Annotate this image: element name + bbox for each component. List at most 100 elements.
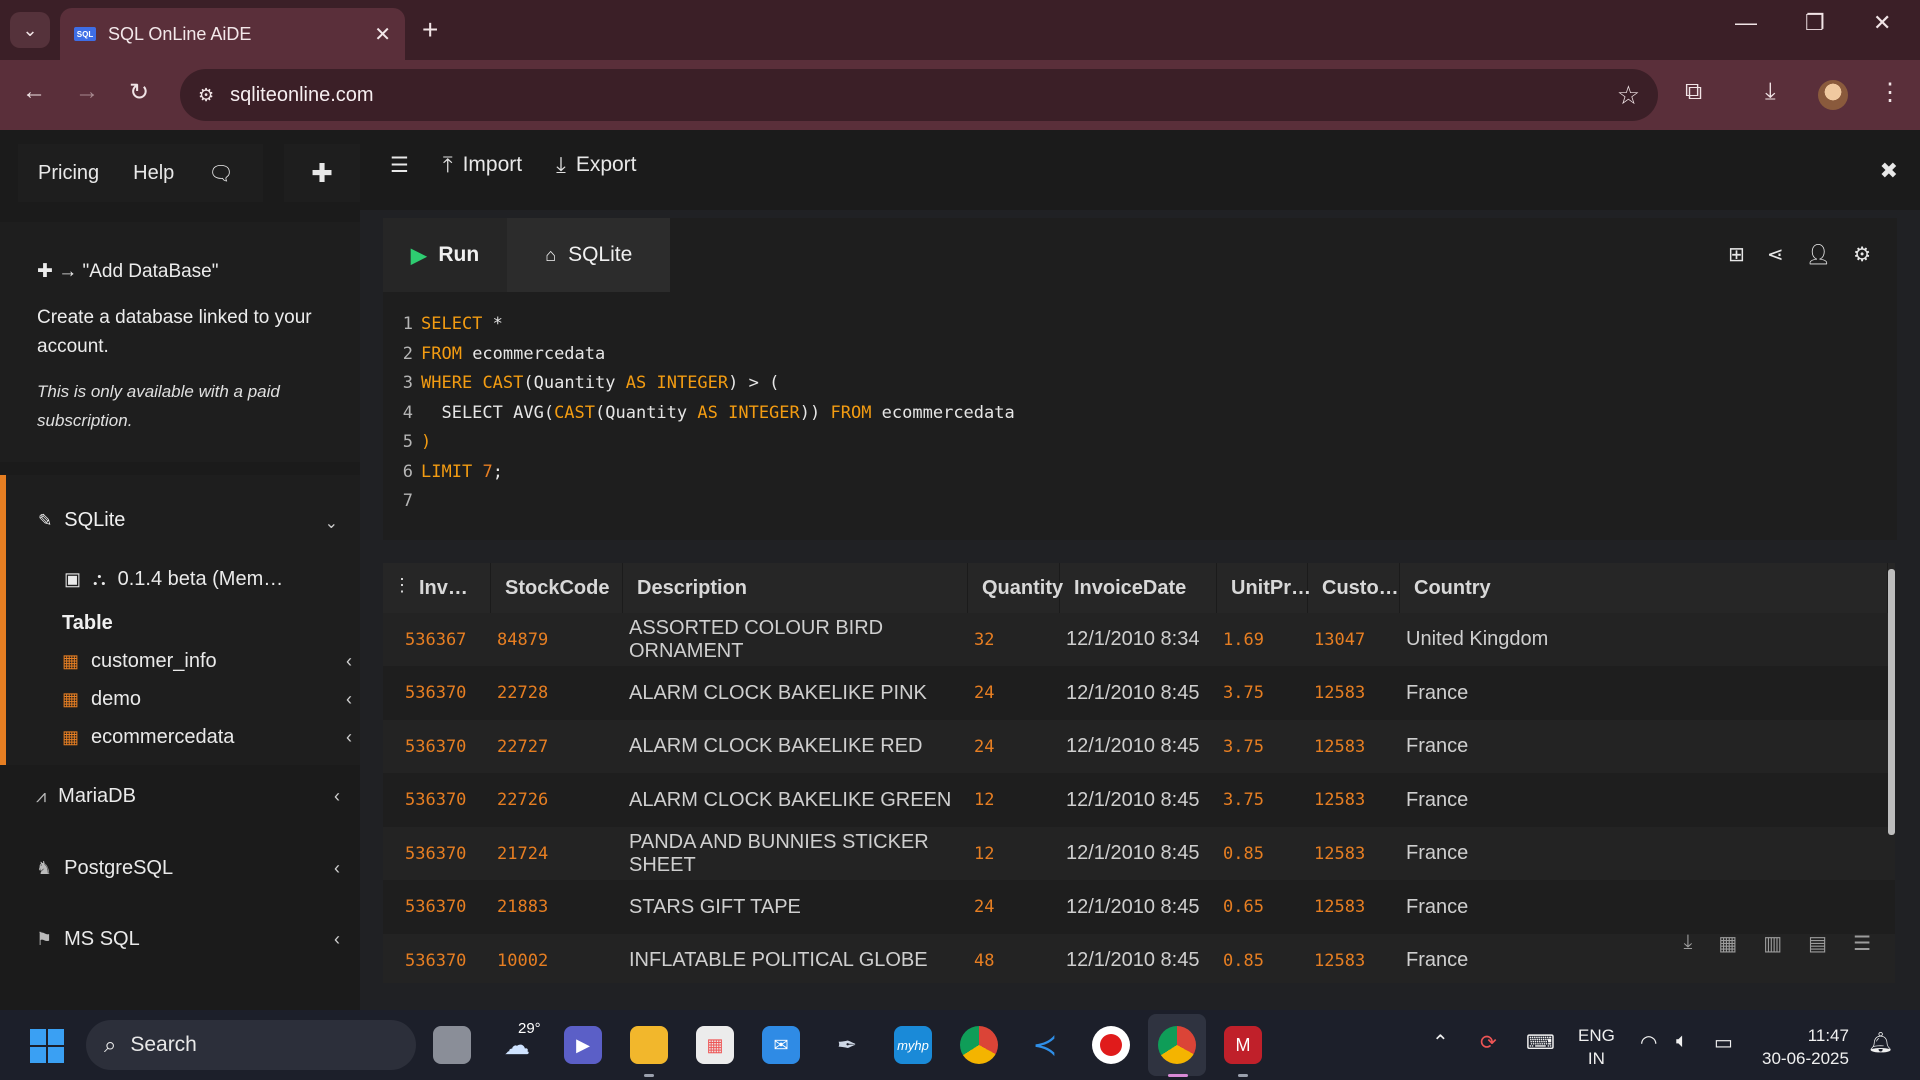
file-explorer-icon[interactable]: [630, 1026, 668, 1064]
help-link[interactable]: Help: [133, 162, 174, 185]
table-row[interactable]: 536370 22726 ALARM CLOCK BAKELIKE GREEN 12 1…: [383, 774, 1895, 827]
col-quantity-cell[interactable]: 48: [974, 934, 1066, 983]
minimize-icon[interactable]: —: [1735, 10, 1757, 36]
mail-icon[interactable]: ✉: [762, 1026, 800, 1064]
col-stockcode-cell[interactable]: 84879: [497, 613, 629, 666]
col-invoicedate-cell[interactable]: 12/1/2010 8:45: [1066, 934, 1223, 983]
col-invoice-cell[interactable]: 536370: [405, 934, 491, 983]
mcafee-icon[interactable]: M: [1224, 1026, 1262, 1064]
col-description-cell[interactable]: ALARM CLOCK BAKELIKE RED: [629, 720, 974, 773]
col-description-cell[interactable]: STARS GIFT TAPE: [629, 881, 974, 934]
col-invoice-cell[interactable]: 536370: [405, 881, 491, 934]
col-stockcode-cell[interactable]: 21883: [497, 881, 629, 934]
col-invoice-cell[interactable]: 536370: [405, 667, 491, 720]
url-text[interactable]: sqliteonline.com: [230, 84, 1617, 107]
col-invoicedate-cell[interactable]: 12/1/2010 8:45: [1066, 774, 1223, 827]
code-line[interactable]: 2 FROM ecommercedata: [383, 340, 1015, 370]
download-icon[interactable]: ⤓: [1765, 78, 1776, 106]
myhp-icon[interactable]: myhp: [894, 1026, 932, 1064]
table-row[interactable]: 536370 21724 PANDA AND BUNNIES STICKER SHE…: [383, 827, 1895, 880]
col-invoice-cell[interactable]: 536370: [405, 774, 491, 827]
hamburger-menu-icon[interactable]: ☰: [390, 153, 409, 178]
table-row[interactable]: 536370 10002 INFLATABLE POLITICAL GLOBE 48 1…: [383, 934, 1895, 983]
run-button[interactable]: ▶ Run: [383, 218, 508, 292]
clock[interactable]: 11:47 30-06-2025: [1762, 1024, 1849, 1070]
col-invoicedate-header[interactable]: InvoiceDate: [1060, 563, 1217, 613]
col-quantity-cell[interactable]: 24: [974, 667, 1066, 720]
col-quantity-cell[interactable]: 32: [974, 613, 1066, 666]
code-line[interactable]: 1 SELECT *: [383, 310, 1015, 340]
col-country-cell[interactable]: United Kingdom: [1406, 613, 1894, 666]
code-line[interactable]: 5): [383, 428, 1015, 458]
add-panel-icon[interactable]: ⊞: [1728, 242, 1745, 267]
extensions-icon[interactable]: ⧉: [1685, 78, 1702, 106]
taskbar-search[interactable]: ⌕ Search: [86, 1020, 416, 1070]
col-description-cell[interactable]: PANDA AND BUNNIES STICKER SHEET: [629, 827, 974, 880]
col-invoice-cell[interactable]: 536370: [405, 827, 491, 880]
vertical-scrollbar[interactable]: [1888, 569, 1895, 835]
chevron-left-icon[interactable]: ‹: [334, 786, 340, 807]
col-customer-cell[interactable]: 12583: [1314, 827, 1406, 880]
import-button[interactable]: ⤒ Import: [443, 152, 522, 178]
store-icon[interactable]: ▦: [696, 1026, 734, 1064]
battery-icon[interactable]: ▭: [1714, 1030, 1733, 1055]
code-line[interactable]: 3 WHERE CAST (Quantity AS INTEGER) > (: [383, 369, 1015, 399]
omnibox[interactable]: ⚙ sqliteonline.com ☆: [180, 69, 1658, 121]
browser-tab[interactable]: SQL SQL OnLine AiDE ✕: [60, 8, 405, 60]
tab-close-icon[interactable]: ✕: [374, 22, 391, 47]
col-description-header[interactable]: Description: [623, 563, 968, 613]
col-unitprice-cell[interactable]: 0.65: [1223, 881, 1314, 934]
col-stockcode-cell[interactable]: 22728: [497, 667, 629, 720]
engine-item-mssql[interactable]: ⚑ MS SQL ‹: [36, 928, 340, 951]
col-country-cell[interactable]: France: [1406, 667, 1894, 720]
chrome-icon[interactable]: [960, 1026, 998, 1064]
col-quantity-header[interactable]: Quantity: [968, 563, 1063, 613]
col-description-cell[interactable]: ALARM CLOCK BAKELIKE PINK: [629, 667, 974, 720]
list-icon[interactable]: ☰: [1853, 931, 1871, 956]
col-customer-cell[interactable]: 12583: [1314, 667, 1406, 720]
inkscape-icon[interactable]: ✒: [828, 1026, 866, 1064]
col-invoicedate-cell[interactable]: 12/1/2010 8:34: [1066, 613, 1223, 666]
col-customer-header[interactable]: Custo…: [1308, 563, 1400, 613]
table-row[interactable]: 536367 84879 ASSORTED COLOUR BIRD ORNAMENT…: [383, 613, 1895, 666]
col-invoicedate-cell[interactable]: 12/1/2010 8:45: [1066, 667, 1223, 720]
download-icon[interactable]: ⤓: [1684, 931, 1693, 956]
sync-icon[interactable]: ⟳: [1480, 1030, 1497, 1055]
col-description-cell[interactable]: ASSORTED COLOUR BIRD ORNAMENT: [629, 613, 974, 666]
table-item-ecommercedata[interactable]: ▦ ecommercedata ‹: [62, 726, 352, 749]
close-icon[interactable]: ✖: [1880, 158, 1898, 184]
restore-icon[interactable]: ❐: [1805, 10, 1825, 36]
col-customer-cell[interactable]: 12583: [1314, 774, 1406, 827]
col-unitprice-cell[interactable]: 0.85: [1223, 934, 1314, 983]
code-line[interactable]: 6 LIMIT 7;: [383, 458, 1015, 488]
col-unitprice-cell[interactable]: 1.69: [1223, 613, 1314, 666]
engine-item-mariadb[interactable]: ⩘ MariaDB ‹: [36, 785, 340, 808]
export-button[interactable]: ⤓ Export: [556, 152, 636, 178]
forward-icon[interactable]: →: [75, 78, 99, 106]
grid-icon[interactable]: ▦: [1718, 931, 1737, 956]
share-icon[interactable]: ⋖: [1767, 242, 1784, 267]
volume-icon[interactable]: 🔈︎: [1676, 1030, 1688, 1053]
chevron-left-icon[interactable]: ‹: [334, 929, 340, 950]
code-line[interactable]: 4 SELECT AVG(CAST (Quantity AS INTEGER)) …: [383, 399, 1015, 429]
col-unitprice-cell[interactable]: 0.85: [1223, 827, 1314, 880]
notifications-icon[interactable]: 🔔︎: [1868, 1030, 1893, 1055]
col-stockcode-cell[interactable]: 22726: [497, 774, 629, 827]
user-icon[interactable]: 👤︎: [1806, 242, 1831, 267]
browser-menu-icon[interactable]: ⋮: [1878, 78, 1902, 107]
col-stockcode-cell[interactable]: 21724: [497, 827, 629, 880]
add-button[interactable]: ✚: [284, 144, 360, 202]
tab-search-button[interactable]: ⌄: [10, 12, 50, 48]
col-quantity-cell[interactable]: 12: [974, 774, 1066, 827]
chevron-left-icon[interactable]: ‹: [334, 858, 340, 879]
sqlite-header[interactable]: ✎ SQLite: [38, 509, 125, 532]
table-item-demo[interactable]: ▦ demo ‹: [62, 688, 352, 711]
table-row[interactable]: 536370 22728 ALARM CLOCK BAKELIKE PINK 24 12…: [383, 667, 1895, 720]
chrome-profile-icon[interactable]: [1158, 1026, 1196, 1064]
language-indicator[interactable]: ENG IN: [1578, 1024, 1615, 1070]
window-close-icon[interactable]: ✕: [1873, 10, 1891, 36]
profile-avatar[interactable]: [1818, 80, 1848, 110]
site-settings-icon[interactable]: ⚙: [198, 85, 214, 106]
col-customer-cell[interactable]: 13047: [1314, 613, 1406, 666]
table-row[interactable]: 536370 21883 STARS GIFT TAPE 24 12/1/2010 8:…: [383, 881, 1895, 934]
